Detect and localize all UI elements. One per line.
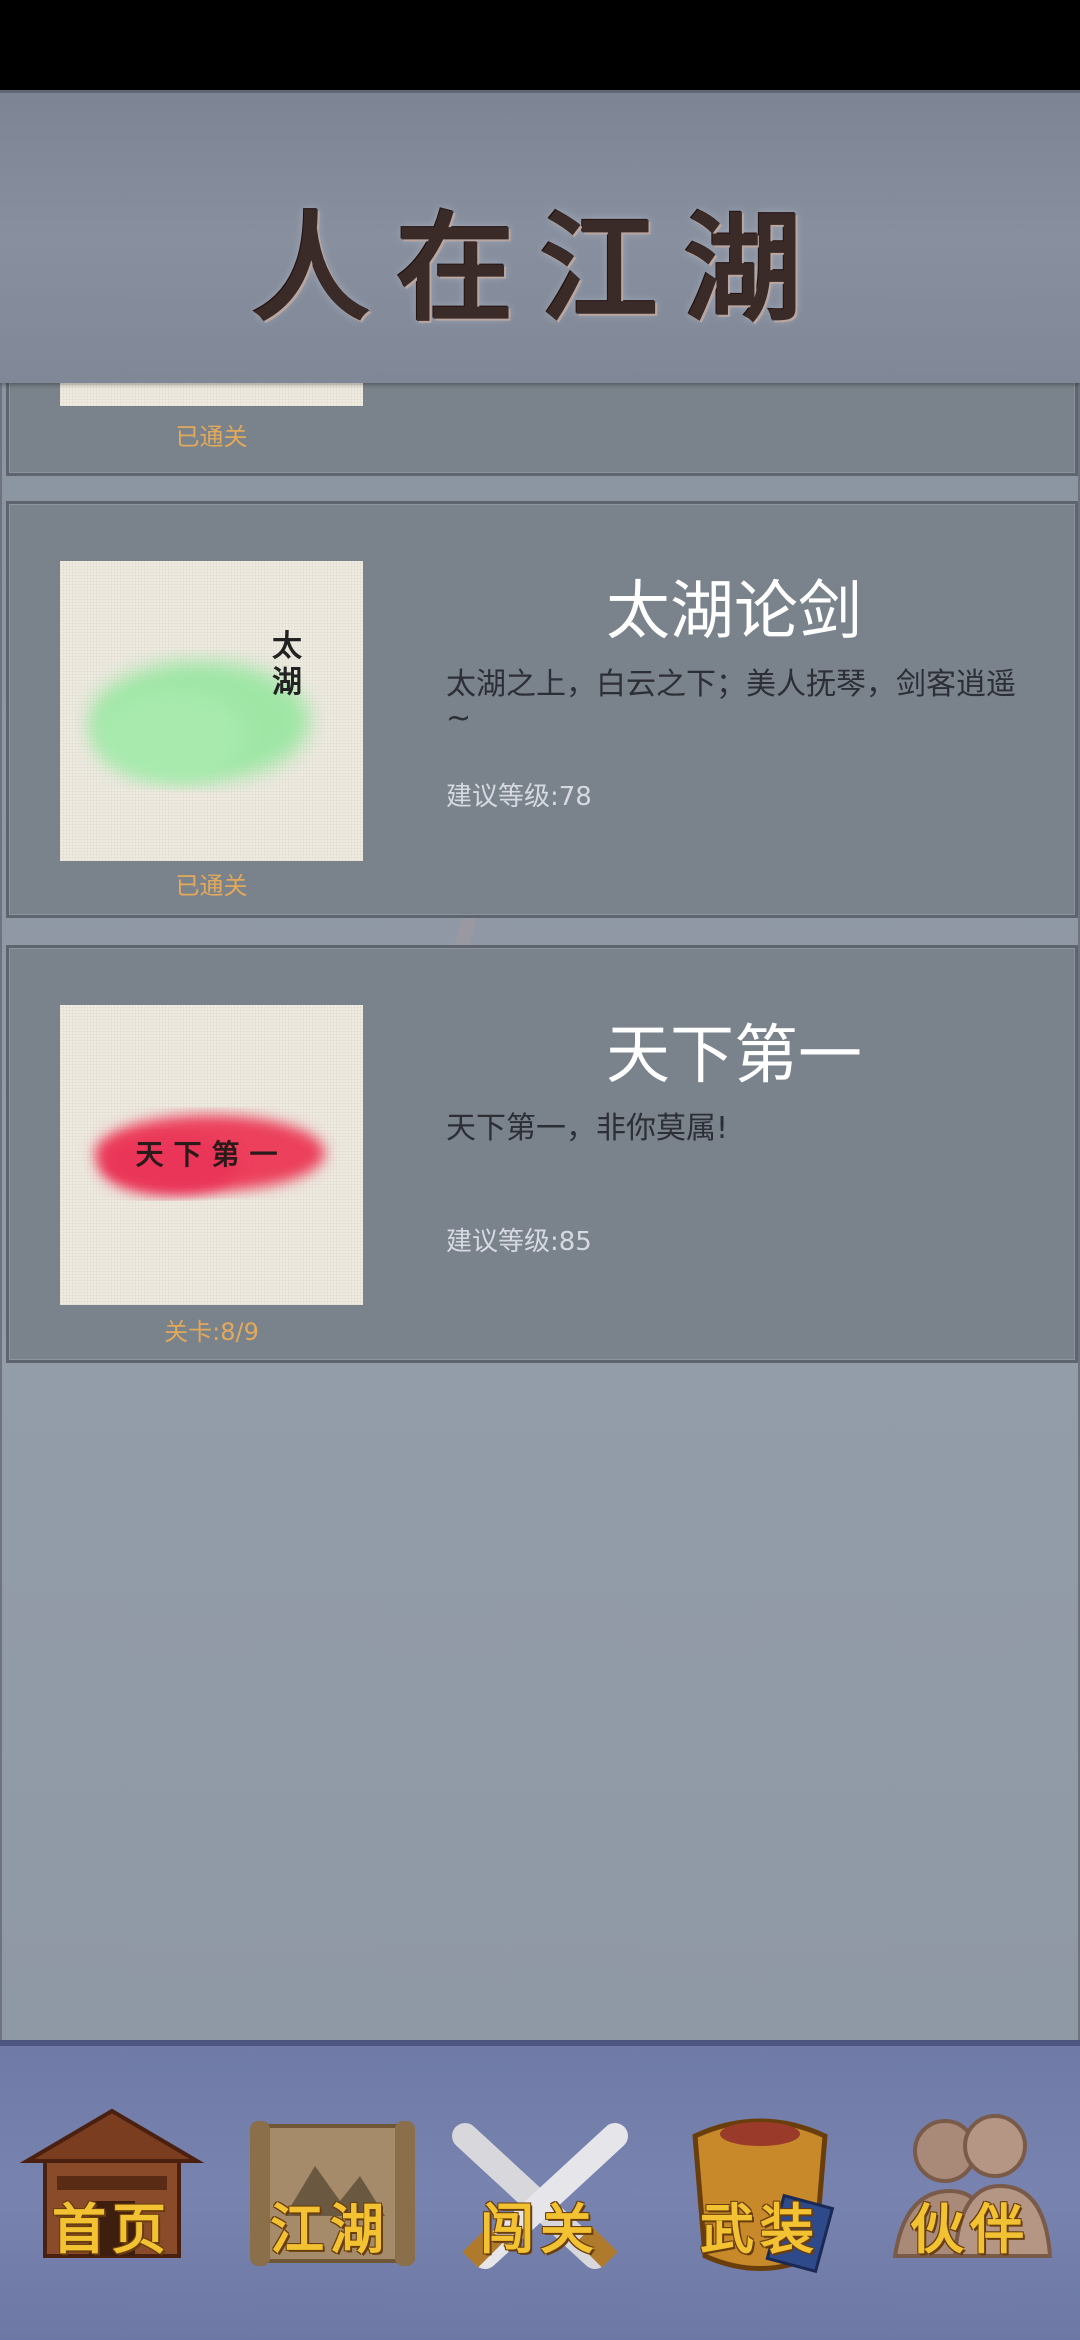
level-list[interactable]: 已通关 太湖 已通关 太湖论剑 太湖之上，白云之下；美人抚琴，剑客逍遥~ 建议等…: [0, 370, 1080, 2040]
nav-item-armor[interactable]: 武装: [665, 2106, 855, 2286]
level-card[interactable]: 太湖 已通关 太湖论剑 太湖之上，白云之下；美人抚琴，剑客逍遥~ 建议等级:78: [6, 501, 1078, 918]
level-description: 太湖之上，白云之下；美人抚琴，剑客逍遥~: [446, 667, 1016, 736]
level-status: 已通关: [175, 423, 248, 451]
title-banner: 人在江湖: [0, 90, 1080, 383]
level-thumbnail: 天下第一: [60, 1005, 363, 1305]
nav-item-jianghu[interactable]: 江湖: [235, 2106, 425, 2286]
green-brush-stroke-icon: [90, 661, 310, 781]
nav-label: 伙伴: [910, 2197, 1030, 2261]
page-title: 人在江湖: [251, 199, 828, 338]
level-description: 天下第一，非你莫属!: [446, 1111, 729, 1146]
nav-item-challenge[interactable]: 闯关: [445, 2106, 635, 2286]
level-status: 已通关: [175, 872, 248, 900]
level-card[interactable]: 天下第一 关卡:8/9 天下第一 天下第一，非你莫属! 建议等级:85: [6, 945, 1078, 1363]
status-bar: [0, 0, 1080, 90]
level-requirement: 建议等级:85: [446, 1227, 592, 1257]
level-status: 关卡:8/9: [164, 1318, 259, 1346]
nav-label: 江湖: [270, 2197, 390, 2261]
nav-label: 首页: [52, 2197, 172, 2261]
level-thumbnail: 太湖: [60, 561, 363, 861]
nav-item-home[interactable]: 首页: [17, 2106, 207, 2286]
nav-label: 闯关: [480, 2197, 600, 2261]
level-name: 天下第一: [606, 1019, 862, 1093]
level-requirement: 建议等级:78: [446, 782, 592, 812]
thumbnail-caption: 太湖: [272, 629, 302, 700]
nav-label: 武装: [700, 2197, 820, 2261]
level-card[interactable]: 已通关: [6, 370, 1078, 476]
bottom-nav: 首页 江湖 闯关 武装 伙伴: [0, 2040, 1080, 2340]
level-name: 太湖论剑: [606, 575, 862, 649]
thumbnail-caption: 天下第一: [135, 1138, 288, 1171]
nav-item-partners[interactable]: 伙伴: [875, 2106, 1065, 2286]
